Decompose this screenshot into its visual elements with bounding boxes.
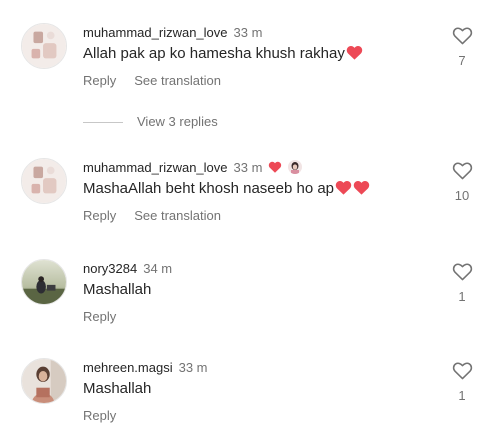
- timestamp: 33 m: [233, 25, 263, 40]
- like-control: 1: [448, 361, 476, 403]
- comment-meta: muhammad_rizwan_love 33 m: [83, 160, 303, 176]
- red-heart-emoji-icon: [335, 180, 352, 199]
- comment-text: Mashallah: [83, 281, 151, 298]
- like-control: 10: [448, 161, 476, 203]
- comment-actions: Reply: [83, 408, 116, 423]
- view-replies-label: View 3 replies: [137, 114, 218, 129]
- heart-outline-icon[interactable]: [452, 26, 473, 45]
- comment-text: Mashallah: [83, 380, 151, 397]
- comment-actions: Reply: [83, 309, 116, 324]
- comment-text-body: Mashallah: [83, 281, 152, 298]
- comment-meta: mehreen.magsi 33 m: [83, 360, 208, 375]
- red-heart-icon: [268, 161, 282, 176]
- username[interactable]: nory3284: [83, 261, 137, 276]
- like-count: 1: [458, 388, 466, 403]
- comment-text-body: MashaAllah beht khosh naseeb ho ap: [83, 180, 335, 197]
- reply-button[interactable]: Reply: [83, 73, 116, 88]
- avatar-image-icon: [22, 159, 66, 203]
- comment-meta: nory3284 34 m: [83, 261, 172, 276]
- timestamp: 34 m: [143, 261, 173, 276]
- heart-outline-icon[interactable]: [452, 361, 473, 380]
- avatar-image-icon: [22, 359, 66, 403]
- avatar[interactable]: [21, 23, 67, 69]
- timestamp: 33 m: [233, 160, 263, 175]
- avatar[interactable]: [21, 358, 67, 404]
- like-count: 1: [458, 289, 466, 304]
- red-heart-emoji-icon: [346, 45, 363, 64]
- see-translation-button[interactable]: See translation: [134, 73, 221, 88]
- avatar[interactable]: [21, 259, 67, 305]
- comment-actions: Reply See translation: [83, 208, 221, 223]
- timestamp: 33 m: [178, 360, 208, 375]
- comment-text-body: Mashallah: [83, 380, 152, 397]
- reply-button[interactable]: Reply: [83, 408, 116, 423]
- comment-text-body: Allah pak ap ko hamesha khush rakhay: [83, 45, 345, 62]
- comment-text: MashaAllah beht khosh naseeb ho ap: [83, 180, 370, 199]
- author-avatar-icon: [288, 160, 303, 174]
- view-replies-button[interactable]: View 3 replies: [83, 114, 218, 129]
- username[interactable]: muhammad_rizwan_love: [83, 160, 228, 175]
- divider-line: [83, 122, 123, 124]
- red-heart-emoji-icon: [353, 180, 370, 199]
- like-count: 7: [458, 53, 466, 68]
- heart-outline-icon[interactable]: [452, 262, 473, 281]
- see-translation-button[interactable]: See translation: [134, 208, 221, 223]
- comment-actions: Reply See translation: [83, 73, 221, 88]
- comment-meta: muhammad_rizwan_love 33 m: [83, 25, 262, 40]
- avatar-image-icon: [22, 24, 66, 68]
- like-control: 1: [448, 262, 476, 304]
- reply-button[interactable]: Reply: [83, 309, 116, 324]
- reply-button[interactable]: Reply: [83, 208, 116, 223]
- heart-outline-icon[interactable]: [452, 161, 473, 180]
- like-count: 10: [454, 188, 470, 203]
- username[interactable]: muhammad_rizwan_love: [83, 25, 228, 40]
- comment-text: Allah pak ap ko hamesha khush rakhay: [83, 45, 363, 64]
- avatar-image-icon: [22, 260, 66, 304]
- like-control: 7: [448, 26, 476, 68]
- avatar[interactable]: [21, 158, 67, 204]
- username[interactable]: mehreen.magsi: [83, 360, 173, 375]
